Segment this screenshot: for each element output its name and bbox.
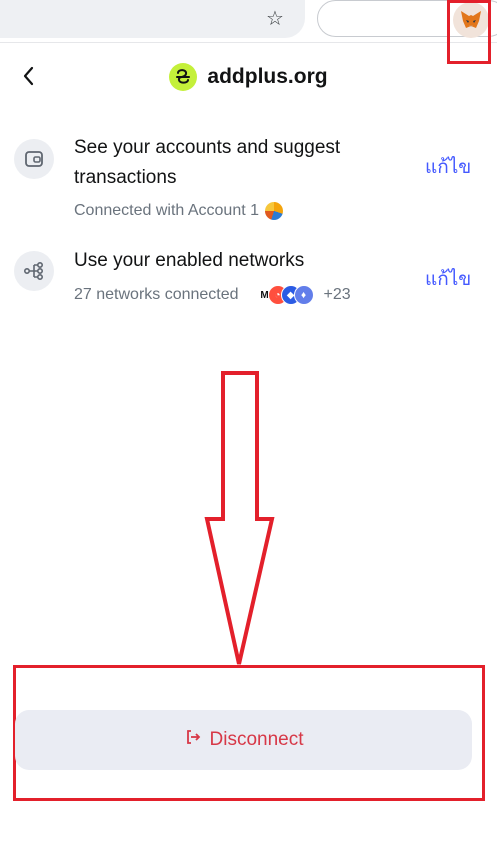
disconnect-label: Disconnect — [209, 729, 304, 750]
disconnect-button[interactable]: Disconnect — [15, 710, 472, 770]
logout-icon — [184, 728, 202, 752]
